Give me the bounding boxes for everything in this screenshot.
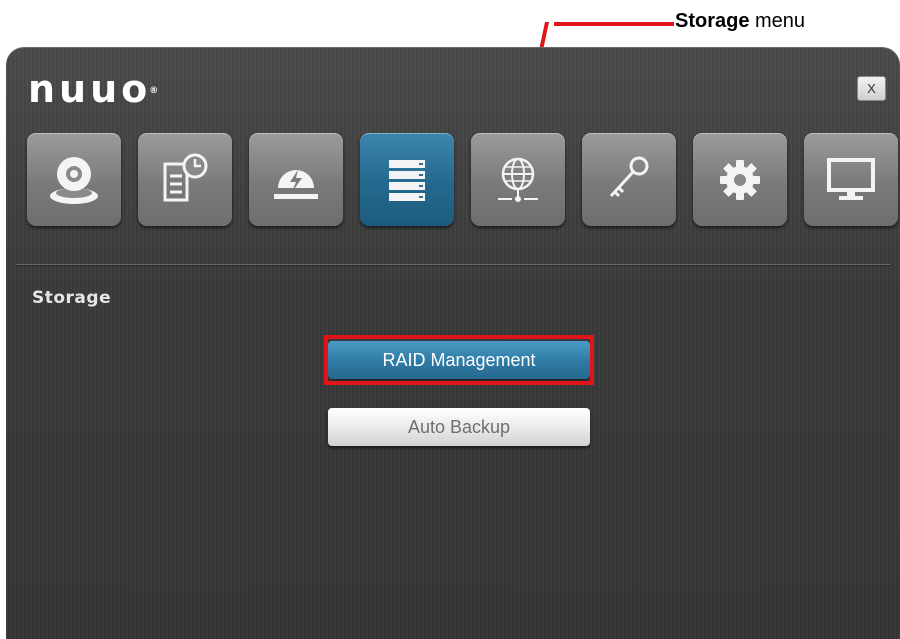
camera-icon bbox=[50, 156, 98, 204]
event-icon bbox=[274, 169, 318, 199]
tab-camera[interactable] bbox=[27, 133, 121, 226]
logo-text: nuuo bbox=[28, 67, 152, 111]
network-icon bbox=[498, 157, 538, 202]
schedule-icon bbox=[163, 153, 208, 201]
callout-line bbox=[554, 22, 674, 26]
nuuo-logo: nuuo® bbox=[28, 69, 160, 109]
monitor-icon bbox=[827, 157, 875, 200]
gear-icon bbox=[720, 159, 760, 200]
storage-icon bbox=[389, 159, 425, 201]
tab-event[interactable] bbox=[249, 133, 343, 226]
callout-label-rest: menu bbox=[749, 10, 806, 32]
tab-system[interactable] bbox=[693, 133, 787, 226]
auto-backup-button[interactable]: Auto Backup bbox=[328, 408, 590, 446]
tab-schedule[interactable] bbox=[138, 133, 232, 226]
highlight-frame bbox=[324, 335, 594, 385]
close-button[interactable]: X bbox=[857, 76, 886, 101]
callout-label: Storage menu bbox=[675, 10, 805, 33]
toolbar-divider bbox=[16, 264, 890, 265]
callout-label-bold: Storage bbox=[675, 10, 750, 32]
tab-network[interactable] bbox=[471, 133, 565, 226]
tab-storage[interactable] bbox=[360, 133, 454, 226]
tab-display[interactable] bbox=[804, 133, 898, 226]
tab-security[interactable] bbox=[582, 133, 676, 226]
registered-mark: ® bbox=[149, 86, 159, 96]
page-title: Storage bbox=[32, 288, 112, 308]
key-icon bbox=[609, 156, 649, 197]
